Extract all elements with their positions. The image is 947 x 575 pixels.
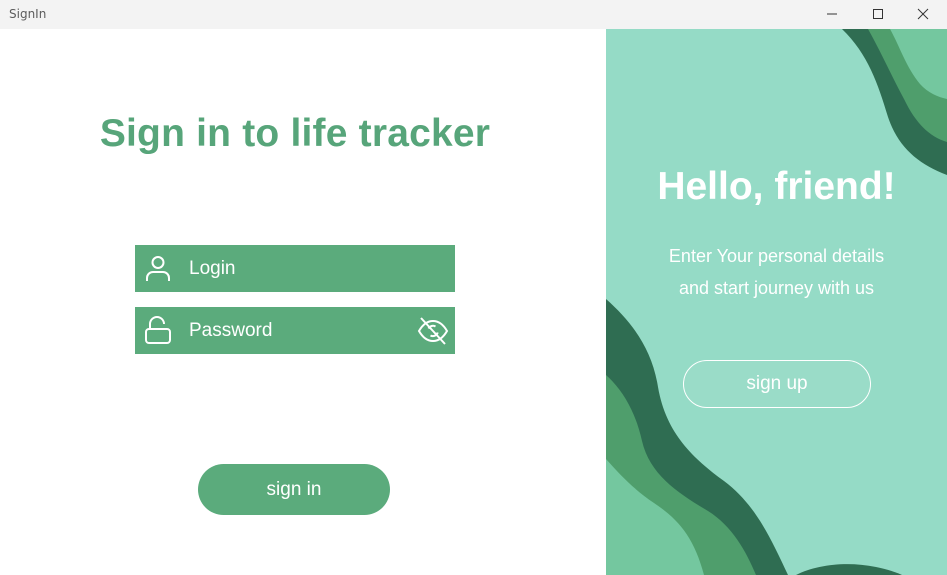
signup-description-line-2: and start journey with us (678, 278, 875, 298)
minimize-button[interactable] (809, 0, 855, 29)
password-field[interactable]: Password (135, 307, 455, 354)
signin-window: SignIn Sign in to life tracker Login Pas… (0, 0, 947, 575)
title-bar[interactable]: SignIn (0, 0, 947, 29)
close-button[interactable] (900, 0, 946, 29)
maximize-icon (873, 9, 883, 19)
close-icon (917, 8, 929, 20)
login-placeholder: Login (189, 258, 236, 279)
hello-heading: Hello, friend! (657, 165, 896, 208)
sign-up-button[interactable]: sign up (683, 360, 871, 408)
minimize-icon (827, 13, 837, 15)
signup-description-line-1: Enter Your personal details (668, 246, 885, 266)
signin-panel: Sign in to life tracker Login Password s… (0, 29, 606, 575)
unlock-icon (145, 316, 171, 344)
signin-heading: Sign in to life tracker (99, 112, 491, 155)
window-title: SignIn (9, 7, 47, 21)
signup-panel: Hello, friend! Enter Your personal detai… (606, 29, 947, 575)
user-icon (146, 256, 170, 281)
wave-decoration (606, 29, 947, 575)
eye-off-icon[interactable] (417, 315, 449, 347)
sign-in-button[interactable]: sign in (198, 464, 390, 515)
password-placeholder: Password (189, 320, 273, 341)
maximize-button[interactable] (855, 0, 901, 29)
login-field[interactable]: Login (135, 245, 455, 292)
